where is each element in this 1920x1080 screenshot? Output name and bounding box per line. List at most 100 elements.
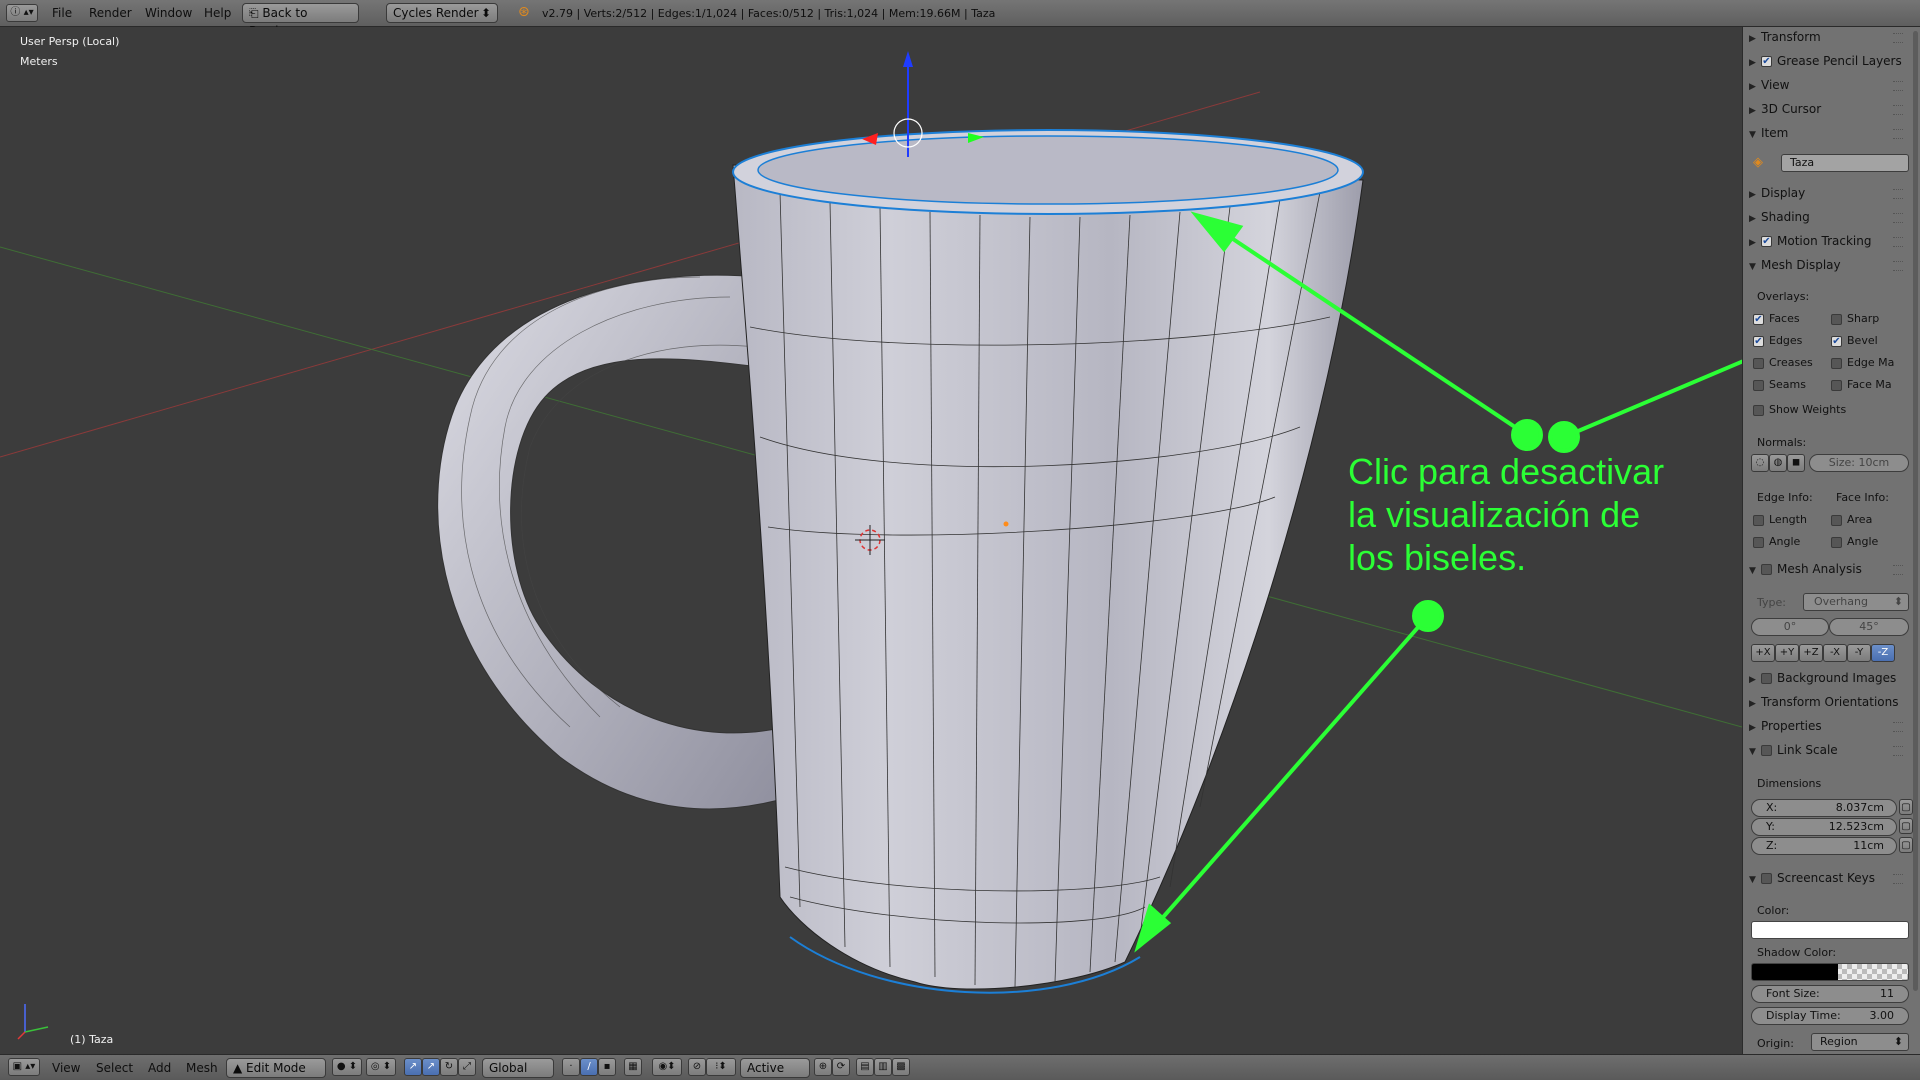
editor-type-button[interactable]: ▣ ▴▾ <box>8 1058 40 1076</box>
seams-option[interactable]: Seams <box>1753 378 1806 391</box>
menu-render[interactable]: Render <box>89 6 132 20</box>
render-engine-dropdown[interactable]: Cycles Render ⬍ <box>386 3 498 23</box>
expanded-triangle-icon: ▼ <box>1749 262 1756 272</box>
snap-element-button[interactable]: ⁝⬍ <box>706 1058 736 1076</box>
panel-motion-tracking[interactable]: ▶Motion Tracking <box>1749 231 1907 251</box>
item-name-field[interactable]: Taza <box>1781 154 1909 172</box>
panel-background-images[interactable]: ▶ Background Images <box>1749 668 1907 688</box>
sharp-option[interactable]: Sharp <box>1831 312 1879 325</box>
shadow-color-swatch[interactable] <box>1751 963 1909 981</box>
lock-z-icon[interactable]: ▢ <box>1899 837 1913 853</box>
color-label: Color: <box>1757 904 1790 917</box>
panel-properties[interactable]: ▶ Properties <box>1749 716 1907 736</box>
shading-mode-button[interactable]: ● ⬍ <box>332 1058 362 1076</box>
orientation-dropdown[interactable]: Global <box>482 1058 554 1078</box>
panel-mesh-analysis[interactable]: ▼ Mesh Analysis <box>1749 559 1907 579</box>
edge-angle-option[interactable]: Angle <box>1753 535 1800 548</box>
menu-add[interactable]: Add <box>148 1061 171 1075</box>
origin-dropdown[interactable]: Region ⬍ <box>1811 1033 1909 1051</box>
menu-mesh[interactable]: Mesh <box>186 1061 218 1075</box>
face-marks-option[interactable]: Face Ma <box>1831 378 1892 391</box>
panel-3d-cursor[interactable]: ▶ 3D Cursor <box>1749 99 1907 119</box>
menu-window[interactable]: Window <box>145 6 192 20</box>
panel-view[interactable]: ▶ View <box>1749 75 1907 95</box>
snap-target-dropdown[interactable]: Active <box>740 1058 810 1078</box>
render-viewport-icon[interactable]: ▩ <box>892 1058 910 1076</box>
face-normals-icon[interactable]: ◼ <box>1787 454 1805 472</box>
snap-project-icon[interactable]: ⟳ <box>832 1058 850 1076</box>
face-area-option[interactable]: Area <box>1831 513 1872 526</box>
axis-button-neg-z[interactable]: -Z <box>1871 644 1895 662</box>
panel-item[interactable]: ▼ Item <box>1749 123 1907 143</box>
panel-mesh-display[interactable]: ▼ Mesh Display <box>1749 255 1907 275</box>
mesh-analysis-checkbox[interactable] <box>1761 564 1772 575</box>
axis-button-posneg-x[interactable]: +X <box>1751 644 1775 662</box>
3d-viewport[interactable]: User Persp (Local) Meters (1) Taza Clic … <box>0 27 1742 1054</box>
creases-option[interactable]: Creases <box>1753 356 1813 369</box>
menu-select[interactable]: Select <box>96 1061 133 1075</box>
show-weights-option[interactable]: Show Weights <box>1753 403 1846 416</box>
text-color-swatch[interactable] <box>1751 921 1909 939</box>
bevel-option[interactable]: Bevel <box>1831 334 1878 347</box>
manipulator-toggle-icon[interactable]: ↗ <box>404 1058 422 1076</box>
axis-button-posneg-z[interactable]: +Z <box>1799 644 1823 662</box>
menu-file[interactable]: File <box>52 6 72 20</box>
panel-transform[interactable]: ▶ Transform <box>1749 27 1907 47</box>
menu-help[interactable]: Help <box>204 6 231 20</box>
edges-option[interactable]: Edges <box>1753 334 1802 347</box>
pivot-point-button[interactable]: ◎ ⬍ <box>366 1058 396 1076</box>
font-size-field[interactable]: Font Size: 11 <box>1751 985 1909 1003</box>
analysis-min-field[interactable]: 0° <box>1751 618 1829 636</box>
split-normals-icon[interactable]: ◍ <box>1769 454 1787 472</box>
snap-align-icon[interactable]: ⊕ <box>814 1058 832 1076</box>
motion-tracking-checkbox[interactable] <box>1761 236 1772 247</box>
normals-size-field[interactable]: Size: 10cm <box>1809 454 1909 472</box>
link-scale-checkbox[interactable] <box>1761 745 1772 756</box>
grease-pencil-checkbox[interactable] <box>1761 56 1772 67</box>
face-select-icon[interactable]: ▪ <box>598 1058 616 1076</box>
rotate-icon[interactable]: ↻ <box>440 1058 458 1076</box>
panel-scrollbar[interactable] <box>1913 31 1918 991</box>
back-to-previous-button[interactable]: ⎗ Back to Previous <box>242 3 359 38</box>
panel-link-scale[interactable]: ▼ Link Scale <box>1749 740 1907 760</box>
collapsed-triangle-icon: ▶ <box>1749 82 1756 92</box>
display-time-field[interactable]: Display Time: 3.00 <box>1751 1007 1909 1025</box>
render-animation-icon[interactable]: ▥ <box>874 1058 892 1076</box>
snap-toggle-icon[interactable]: ⊘ <box>688 1058 706 1076</box>
opengl-render-icon[interactable]: ▤ <box>856 1058 874 1076</box>
mode-dropdown[interactable]: ▲ Edit Mode <box>226 1058 326 1078</box>
collapsed-triangle-icon: ▶ <box>1749 723 1756 733</box>
menu-view[interactable]: View <box>52 1061 80 1075</box>
faces-option[interactable]: Faces <box>1753 312 1800 325</box>
editor-type-button[interactable]: ⓘ ▴▾ <box>6 4 38 22</box>
analysis-type-dropdown[interactable]: Overhang ⬍ <box>1803 593 1909 611</box>
edge-marks-option[interactable]: Edge Ma <box>1831 356 1894 369</box>
panel-shading[interactable]: ▶ Shading <box>1749 207 1907 227</box>
screencast-keys-checkbox[interactable] <box>1761 873 1772 884</box>
lock-x-icon[interactable]: ▢ <box>1899 799 1913 815</box>
occlude-geometry-icon[interactable]: ▦ <box>624 1058 642 1076</box>
edge-length-option[interactable]: Length <box>1753 513 1807 526</box>
lock-y-icon[interactable]: ▢ <box>1899 818 1913 834</box>
translate-icon[interactable]: ↗ <box>422 1058 440 1076</box>
vertex-normals-icon[interactable]: ◌ <box>1751 454 1769 472</box>
axis-button-neg-y[interactable]: -Y <box>1847 644 1871 662</box>
proportional-edit-button[interactable]: ◉⬍ <box>652 1058 682 1076</box>
analysis-max-field[interactable]: 45° <box>1829 618 1909 636</box>
dimension-z-field[interactable]: Z: 11cm <box>1751 837 1897 855</box>
panel-display[interactable]: ▶ Display <box>1749 183 1907 203</box>
dimension-x-field[interactable]: X: 8.037cm <box>1751 799 1897 817</box>
panel-grease-pencil[interactable]: ▶Grease Pencil Layers <box>1749 51 1907 71</box>
face-angle-option[interactable]: Angle <box>1831 535 1878 548</box>
panel-transform-orientations[interactable]: ▶ Transform Orientations <box>1749 692 1907 712</box>
edge-select-icon[interactable]: / <box>580 1058 598 1076</box>
panel-screencast-keys[interactable]: ▼ Screencast Keys <box>1749 868 1907 888</box>
vertex-select-icon[interactable]: · <box>562 1058 580 1076</box>
collapsed-triangle-icon: ▶ <box>1749 58 1756 68</box>
edit-mode-icon: ▲ <box>233 1061 247 1075</box>
axis-button-neg-x[interactable]: -X <box>1823 644 1847 662</box>
background-images-checkbox[interactable] <box>1761 673 1772 684</box>
axis-button-posneg-y[interactable]: +Y <box>1775 644 1799 662</box>
scale-icon[interactable]: ⤢ <box>458 1058 476 1076</box>
dimension-y-field[interactable]: Y: 12.523cm <box>1751 818 1897 836</box>
